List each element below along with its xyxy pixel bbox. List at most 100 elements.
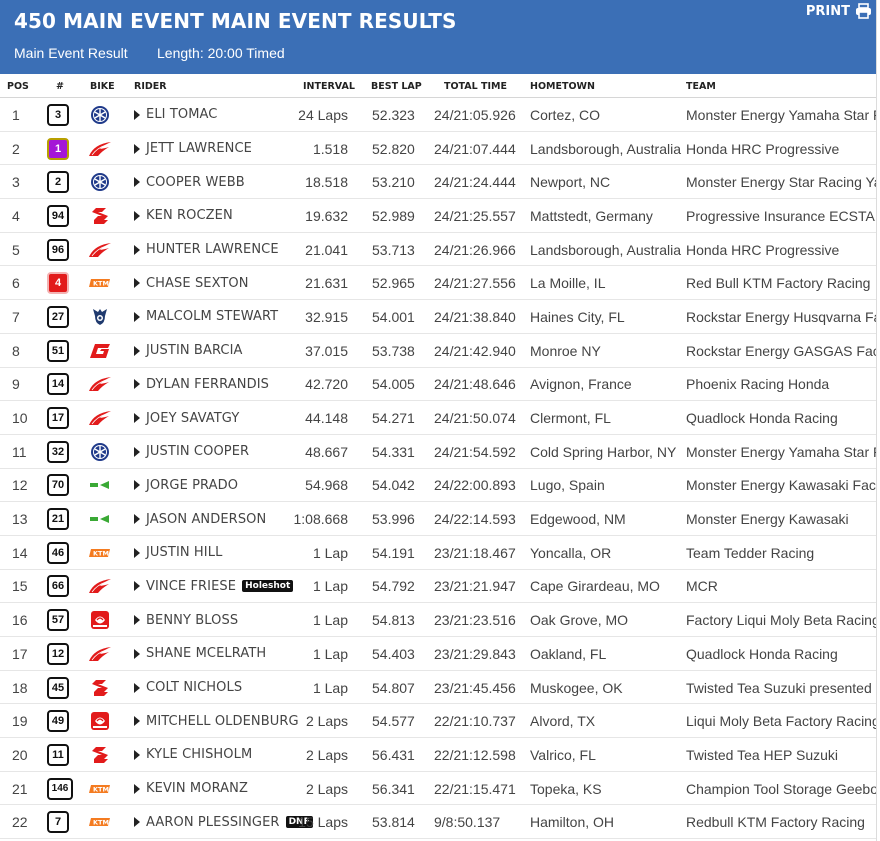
team-cell: MCR xyxy=(686,578,718,595)
rider-link[interactable]: DYLAN FERRANDIS xyxy=(134,368,269,401)
rider-link[interactable]: SHANE MCELRATH xyxy=(134,637,266,670)
total-time-cell: 23/21:45.456 xyxy=(434,679,516,696)
rider-name: MALCOLM STEWART xyxy=(146,309,279,325)
interval-cell: 15 Laps xyxy=(298,814,348,831)
rider-link[interactable]: VINCE FRIESE Holeshot xyxy=(134,570,294,603)
print-button[interactable]: PRINT xyxy=(806,3,872,19)
interval-cell: 1 Lap xyxy=(312,544,348,561)
team-cell: Honda HRC Progressive xyxy=(686,241,840,258)
rider-link[interactable]: AARON PLESSINGER DNF xyxy=(134,805,313,838)
rider-link[interactable]: JUSTIN HILL xyxy=(134,536,223,569)
expand-arrow-icon[interactable] xyxy=(134,143,140,154)
position-cell: 20 xyxy=(12,746,28,763)
total-time-cell: 22/21:12.598 xyxy=(434,746,516,763)
team-cell: Champion Tool Storage Geebo KMT xyxy=(686,780,876,797)
expand-arrow-icon[interactable] xyxy=(134,446,140,457)
rider-link[interactable]: JUSTIN COOPER xyxy=(134,435,249,468)
expand-arrow-icon[interactable] xyxy=(134,581,140,592)
expand-arrow-icon[interactable] xyxy=(134,749,140,760)
rider-link[interactable]: MITCHELL OLDENBURG xyxy=(134,704,299,737)
page-edge-divider xyxy=(876,0,877,841)
team-cell: Progressive Insurance ECSTAR Suzuki xyxy=(686,207,876,224)
rider-link[interactable]: BENNY BLOSS xyxy=(134,603,239,636)
interval-cell: 37.015 xyxy=(305,342,348,359)
expand-arrow-icon[interactable] xyxy=(134,648,140,659)
expand-arrow-icon[interactable] xyxy=(134,210,140,221)
expand-arrow-icon[interactable] xyxy=(134,817,140,828)
team-cell: Monster Energy Kawasaki Factory Racing xyxy=(686,477,876,494)
team-cell: Quadlock Honda Racing xyxy=(686,410,838,427)
expand-arrow-icon[interactable] xyxy=(134,514,140,525)
best-lap-cell: 54.403 xyxy=(372,645,415,662)
rider-link[interactable]: JOEY SAVATGY xyxy=(134,401,239,434)
rider-link[interactable]: KYLE CHISHOLM xyxy=(134,738,252,771)
kawasaki-logo-icon xyxy=(88,502,112,535)
hometown-cell: Haines City, FL xyxy=(530,308,625,325)
number-plate: 7 xyxy=(47,811,69,834)
rider-link[interactable]: ELI TOMAC xyxy=(134,98,217,131)
expand-arrow-icon[interactable] xyxy=(134,783,140,794)
suzuki-logo-icon xyxy=(88,738,112,771)
rider-link[interactable]: CHASE SEXTON xyxy=(134,266,249,299)
position-cell: 7 xyxy=(12,308,20,325)
table-row: 22 7 KTM AARON PLESSINGER DNF 15 Laps 53.… xyxy=(0,805,876,840)
best-lap-cell: 54.807 xyxy=(372,679,415,696)
expand-arrow-icon[interactable] xyxy=(134,615,140,626)
best-lap-cell: 54.813 xyxy=(372,612,415,629)
team-cell: Honda HRC Progressive xyxy=(686,140,840,157)
ktm-logo-icon: KTM xyxy=(88,266,112,299)
husqvarna-logo-icon xyxy=(88,300,112,333)
number-plate: 146 xyxy=(47,777,73,800)
rider-link[interactable]: COOPER WEBB xyxy=(134,165,245,198)
hometown-cell: Alvord, TX xyxy=(530,713,596,730)
hometown-cell: Landsborough, Australia xyxy=(530,241,681,258)
expand-arrow-icon[interactable] xyxy=(134,413,140,424)
expand-arrow-icon[interactable] xyxy=(134,311,140,322)
expand-arrow-icon[interactable] xyxy=(134,109,140,120)
expand-arrow-icon[interactable] xyxy=(134,682,140,693)
table-row: 16 57 BENNY BLOSS 1 Lap 54.813 23/21:23.… xyxy=(0,603,876,637)
team-cell: Twisted Tea HEP Suzuki xyxy=(686,746,839,763)
team-cell: Redbull KTM Factory Racing xyxy=(686,814,865,831)
number-plate-cell: 49 xyxy=(47,704,69,737)
team-cell: Rockstar Energy Husqvarna Factory Racing xyxy=(686,308,876,325)
event-length-label: Length: 20:00 Timed xyxy=(157,45,285,61)
ktm-logo-icon: KTM xyxy=(88,805,112,838)
rider-link[interactable]: KEVIN MORANZ xyxy=(134,772,248,805)
rider-name: JUSTIN HILL xyxy=(146,545,223,561)
table-row: 4 94 KEN ROCZEN 19.632 52.989 24/21:25.5… xyxy=(0,199,876,233)
number-plate-cell: 66 xyxy=(47,570,69,603)
rider-link[interactable]: JORGE PRADO xyxy=(134,469,238,502)
rider-link[interactable]: MALCOLM STEWART xyxy=(134,300,279,333)
best-lap-cell: 54.577 xyxy=(372,713,415,730)
rider-link[interactable]: KEN ROCZEN xyxy=(134,199,233,232)
rider-name: COLT NICHOLS xyxy=(146,680,243,696)
interval-cell: 21.631 xyxy=(305,275,348,292)
rider-name: BENNY BLOSS xyxy=(146,612,239,628)
interval-cell: 44.148 xyxy=(305,410,348,427)
rider-link[interactable]: COLT NICHOLS xyxy=(134,671,243,704)
rider-link[interactable]: HUNTER LAWRENCE xyxy=(134,233,279,266)
number-plate: 27 xyxy=(47,305,69,328)
rider-link[interactable]: JETT LAWRENCE xyxy=(134,132,252,165)
team-cell: Factory Liqui Moly Beta Racing xyxy=(686,612,876,629)
expand-arrow-icon[interactable] xyxy=(134,716,140,727)
col-team: TEAM xyxy=(686,81,716,92)
expand-arrow-icon[interactable] xyxy=(134,177,140,188)
team-cell: Monster Energy Yamaha Star Racing xyxy=(686,443,876,460)
expand-arrow-icon[interactable] xyxy=(134,379,140,390)
expand-arrow-icon[interactable] xyxy=(134,345,140,356)
rider-link[interactable]: JASON ANDERSON xyxy=(134,502,266,535)
position-cell: 14 xyxy=(12,544,28,561)
hometown-cell: Oakland, FL xyxy=(530,645,607,662)
expand-arrow-icon[interactable] xyxy=(134,278,140,289)
table-row: 12 70 JORGE PRADO 54.968 54.042 24/22:00… xyxy=(0,469,876,503)
honda-logo-icon xyxy=(88,132,112,165)
rider-link[interactable]: JUSTIN BARCIA xyxy=(134,334,243,367)
expand-arrow-icon[interactable] xyxy=(134,547,140,558)
total-time-cell: 24/21:25.557 xyxy=(434,207,516,224)
interval-cell: 1 Lap xyxy=(312,679,348,696)
expand-arrow-icon[interactable] xyxy=(134,244,140,255)
expand-arrow-icon[interactable] xyxy=(134,480,140,491)
position-cell: 18 xyxy=(12,679,28,696)
